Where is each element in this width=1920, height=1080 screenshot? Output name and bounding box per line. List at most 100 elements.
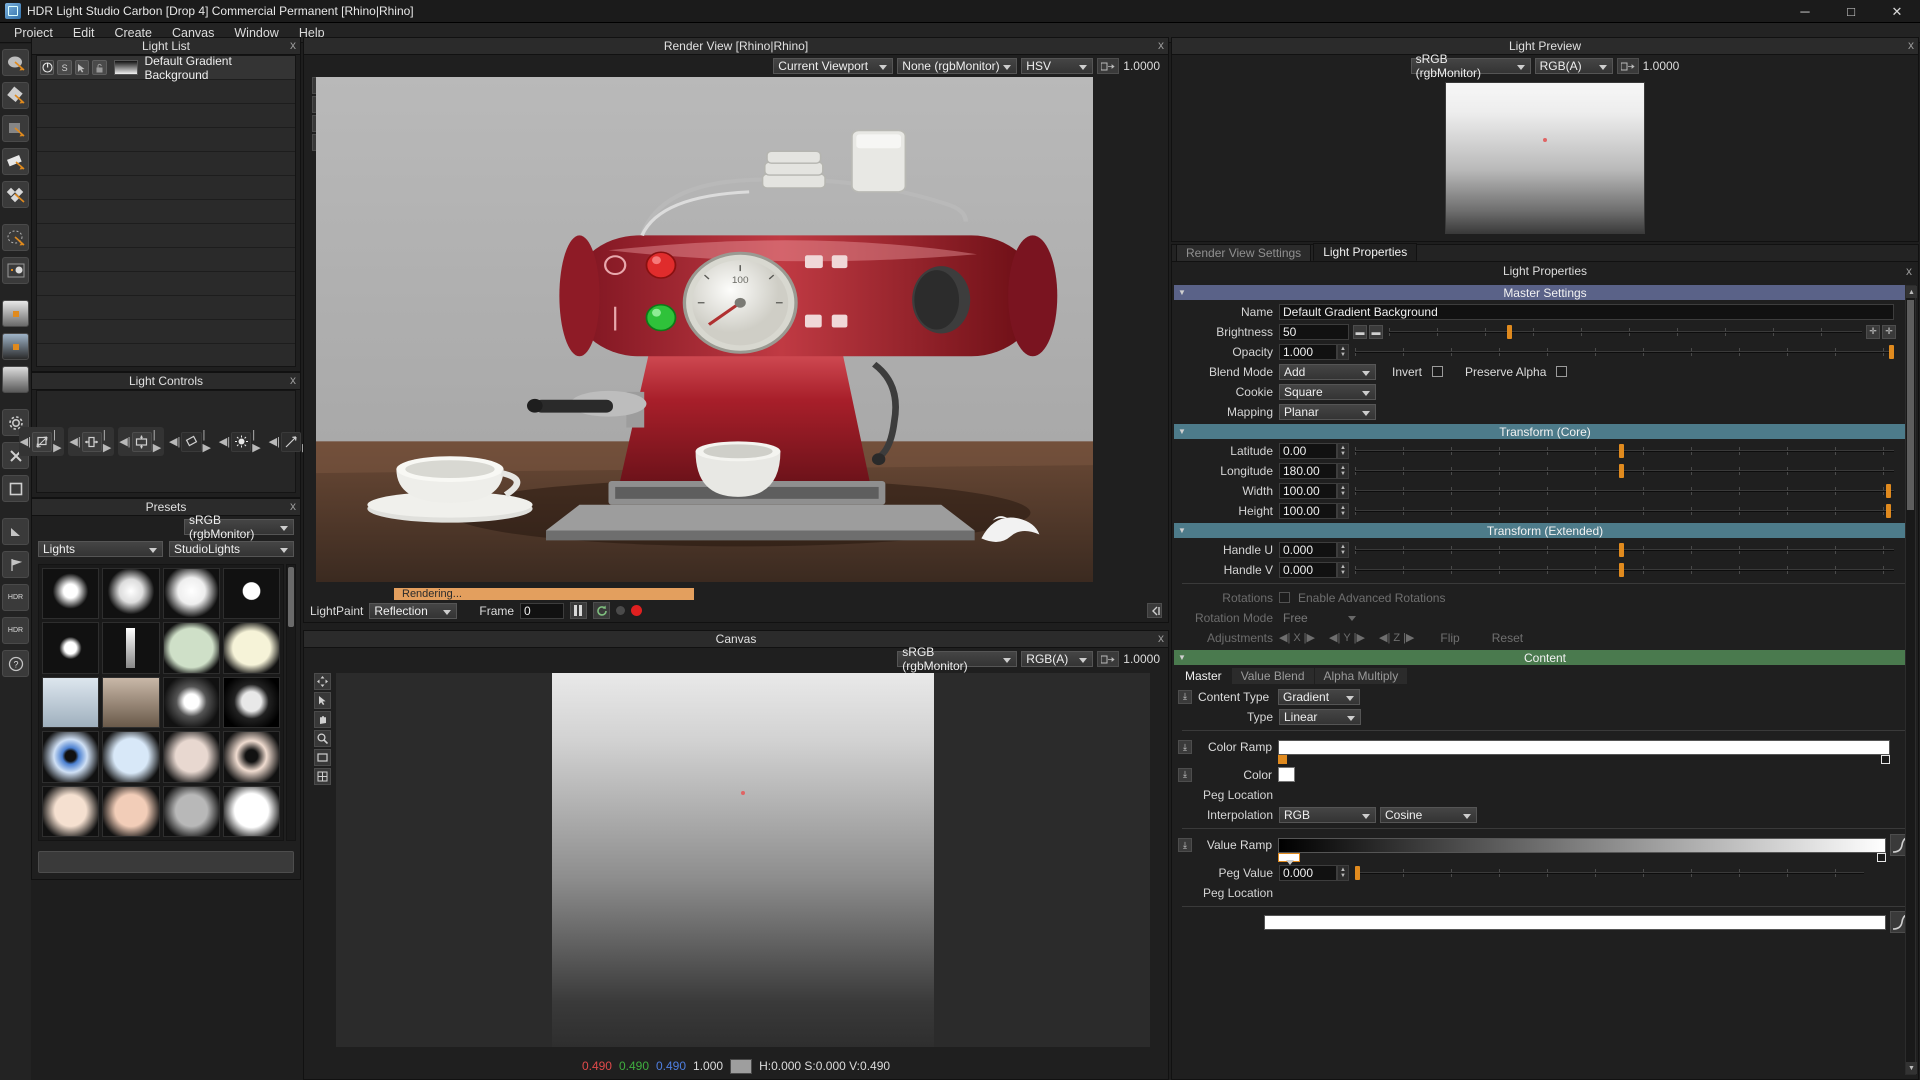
master-caret-icon[interactable]: ▼ bbox=[1178, 288, 1186, 297]
rotate-icon[interactable] bbox=[181, 431, 202, 452]
alpha-ramp-gradient[interactable] bbox=[1264, 914, 1886, 930]
preset-item[interactable] bbox=[162, 622, 220, 674]
opacity-slider-handle[interactable] bbox=[1888, 344, 1894, 359]
scale-both-control[interactable]: ◀| |▶ bbox=[18, 427, 65, 456]
transform-extended-header[interactable]: ▼ Transform (Extended) bbox=[1174, 523, 1916, 538]
longitude-slider[interactable] bbox=[1355, 463, 1894, 479]
latitude-slider-handle[interactable] bbox=[1619, 443, 1625, 458]
stretch-icon[interactable] bbox=[280, 431, 302, 452]
light-list-empty-row[interactable] bbox=[37, 320, 295, 344]
light-list-empty-row[interactable] bbox=[37, 80, 295, 104]
left-arrow-icon[interactable]: ◀| bbox=[119, 435, 130, 448]
brightness-control[interactable]: ◀| |▶ bbox=[218, 427, 264, 456]
longitude-spinner[interactable]: ▲ ▼ bbox=[1337, 462, 1349, 479]
color-ramp-peg-start[interactable] bbox=[1278, 754, 1287, 764]
light-list-empty-row[interactable] bbox=[37, 272, 295, 296]
peg-value-input[interactable]: 0.000 bbox=[1279, 864, 1337, 881]
preset-item[interactable] bbox=[102, 785, 160, 837]
light-list-empty-row[interactable] bbox=[37, 128, 295, 152]
light-list-empty-row[interactable] bbox=[37, 176, 295, 200]
properties-close-icon[interactable]: x bbox=[1906, 264, 1912, 278]
properties-scroll-down-button[interactable]: ▼ bbox=[1906, 1062, 1917, 1074]
sun-light-icon[interactable] bbox=[2, 257, 29, 284]
scale-width-icon[interactable] bbox=[81, 431, 102, 452]
cookie-select[interactable]: Square bbox=[1279, 383, 1376, 400]
tab-light-properties[interactable]: Light Properties bbox=[1313, 243, 1418, 261]
opacity-input[interactable]: 1.000 bbox=[1279, 343, 1337, 360]
width-spinner[interactable]: ▲ ▼ bbox=[1337, 482, 1349, 499]
right-arrow-icon[interactable]: |▶ bbox=[252, 429, 262, 454]
mask-icon[interactable] bbox=[2, 518, 29, 545]
longitude-slider-handle[interactable] bbox=[1619, 463, 1625, 478]
preset-item[interactable] bbox=[222, 622, 280, 674]
colormode-select[interactable]: HSV bbox=[1021, 58, 1094, 74]
width-slider[interactable] bbox=[1355, 483, 1894, 499]
preset-item[interactable] bbox=[42, 785, 100, 837]
handle-u-slider[interactable] bbox=[1355, 542, 1894, 558]
light-preview-marker[interactable] bbox=[1543, 138, 1547, 142]
master-settings-header[interactable]: ▼ Master Settings bbox=[1174, 285, 1916, 300]
right-arrow-icon[interactable]: |▶ bbox=[203, 429, 213, 454]
preset-item[interactable] bbox=[42, 622, 100, 674]
preset-item[interactable] bbox=[162, 676, 220, 729]
record-on-icon[interactable] bbox=[631, 605, 643, 616]
peg-value-spinner[interactable]: ▲ ▼ bbox=[1337, 864, 1349, 881]
multi-light-icon[interactable] bbox=[2, 181, 29, 208]
latitude-spinner[interactable]: ▲ ▼ bbox=[1337, 442, 1349, 459]
handle-v-slider[interactable] bbox=[1355, 562, 1894, 578]
preset-item[interactable] bbox=[222, 785, 280, 837]
subtab-master[interactable]: Master bbox=[1176, 668, 1231, 684]
preview-exposure-value[interactable]: 1.0000 bbox=[1643, 59, 1680, 73]
scale-height-control[interactable]: ◀| |▶ bbox=[118, 427, 164, 456]
gradient-light-icon[interactable] bbox=[2, 300, 29, 327]
brightness-input[interactable]: 50 bbox=[1279, 323, 1349, 340]
longitude-input[interactable]: 180.00 bbox=[1279, 462, 1337, 479]
left-arrow-icon[interactable]: ◀| bbox=[20, 435, 31, 448]
latitude-input[interactable]: 0.00 bbox=[1279, 442, 1337, 459]
lut-select[interactable]: None (rgbMonitor) bbox=[897, 58, 1018, 74]
canvas-fit-tool-icon[interactable] bbox=[314, 749, 331, 766]
invert-checkbox[interactable] bbox=[1432, 366, 1444, 377]
color-load-icon[interactable]: ⤓ bbox=[1178, 767, 1192, 782]
transform-extended-caret-icon[interactable]: ▼ bbox=[1178, 526, 1186, 535]
value-ramp-gradient[interactable] bbox=[1278, 837, 1886, 853]
brightness-slider-handle[interactable] bbox=[1507, 324, 1513, 339]
light-list-empty-row[interactable] bbox=[37, 152, 295, 176]
handle-u-input[interactable]: 0.000 bbox=[1279, 541, 1337, 558]
content-caret-icon[interactable]: ▼ bbox=[1178, 653, 1186, 662]
interpolation-space-select[interactable]: RGB bbox=[1279, 806, 1376, 823]
soft-light-icon[interactable] bbox=[2, 115, 29, 142]
value-ramp-peg-end[interactable] bbox=[1877, 852, 1886, 862]
canvas-zoom-tool-icon[interactable] bbox=[314, 730, 331, 747]
frame-square-icon[interactable] bbox=[2, 475, 29, 502]
help-icon[interactable]: ? bbox=[2, 650, 29, 677]
preset-item[interactable] bbox=[102, 622, 160, 674]
render-view-image[interactable]: 100 bbox=[316, 77, 1093, 582]
canvas-move-tool-icon[interactable] bbox=[314, 673, 331, 690]
canvas-colorspace-select[interactable]: sRGB (rgbMonitor) bbox=[897, 645, 1018, 673]
preview-channel-select[interactable]: RGB(A) bbox=[1534, 58, 1613, 74]
collapse-panel-icon[interactable] bbox=[1147, 603, 1162, 618]
canvas-light-marker[interactable] bbox=[740, 790, 745, 795]
area-light-icon[interactable] bbox=[2, 49, 29, 76]
left-arrow-icon[interactable]: ◀| bbox=[269, 435, 280, 448]
left-arrow-icon[interactable]: ◀| bbox=[219, 435, 230, 448]
solo-toggle-icon[interactable]: S bbox=[57, 60, 72, 75]
light-list-empty-row[interactable] bbox=[37, 104, 295, 128]
canvas-pan-tool-icon[interactable] bbox=[314, 711, 331, 728]
canvas-grid-tool-icon[interactable] bbox=[314, 768, 331, 785]
color-ramp-load-icon[interactable]: ⤓ bbox=[1178, 740, 1192, 754]
preview-exposure-lock-icon[interactable] bbox=[1616, 58, 1639, 74]
left-arrow-icon[interactable]: ◀| bbox=[169, 435, 180, 448]
brightness-slider[interactable] bbox=[1389, 324, 1862, 340]
right-arrow-icon[interactable]: |▶ bbox=[153, 429, 163, 454]
transform-core-caret-icon[interactable]: ▼ bbox=[1178, 427, 1186, 436]
brightness-increase-button[interactable]: ✛ bbox=[1866, 324, 1880, 339]
canvas-exposure-lock-icon[interactable] bbox=[1097, 651, 1120, 667]
subtab-value-blend[interactable]: Value Blend bbox=[1231, 668, 1314, 684]
transform-core-header[interactable]: ▼ Transform (Core) bbox=[1174, 424, 1916, 439]
render-view-close-icon[interactable]: x bbox=[1158, 38, 1164, 52]
viewport-select[interactable]: Current Viewport bbox=[773, 58, 894, 74]
lock-toggle-icon[interactable] bbox=[92, 60, 107, 75]
opacity-slider[interactable] bbox=[1355, 344, 1894, 360]
